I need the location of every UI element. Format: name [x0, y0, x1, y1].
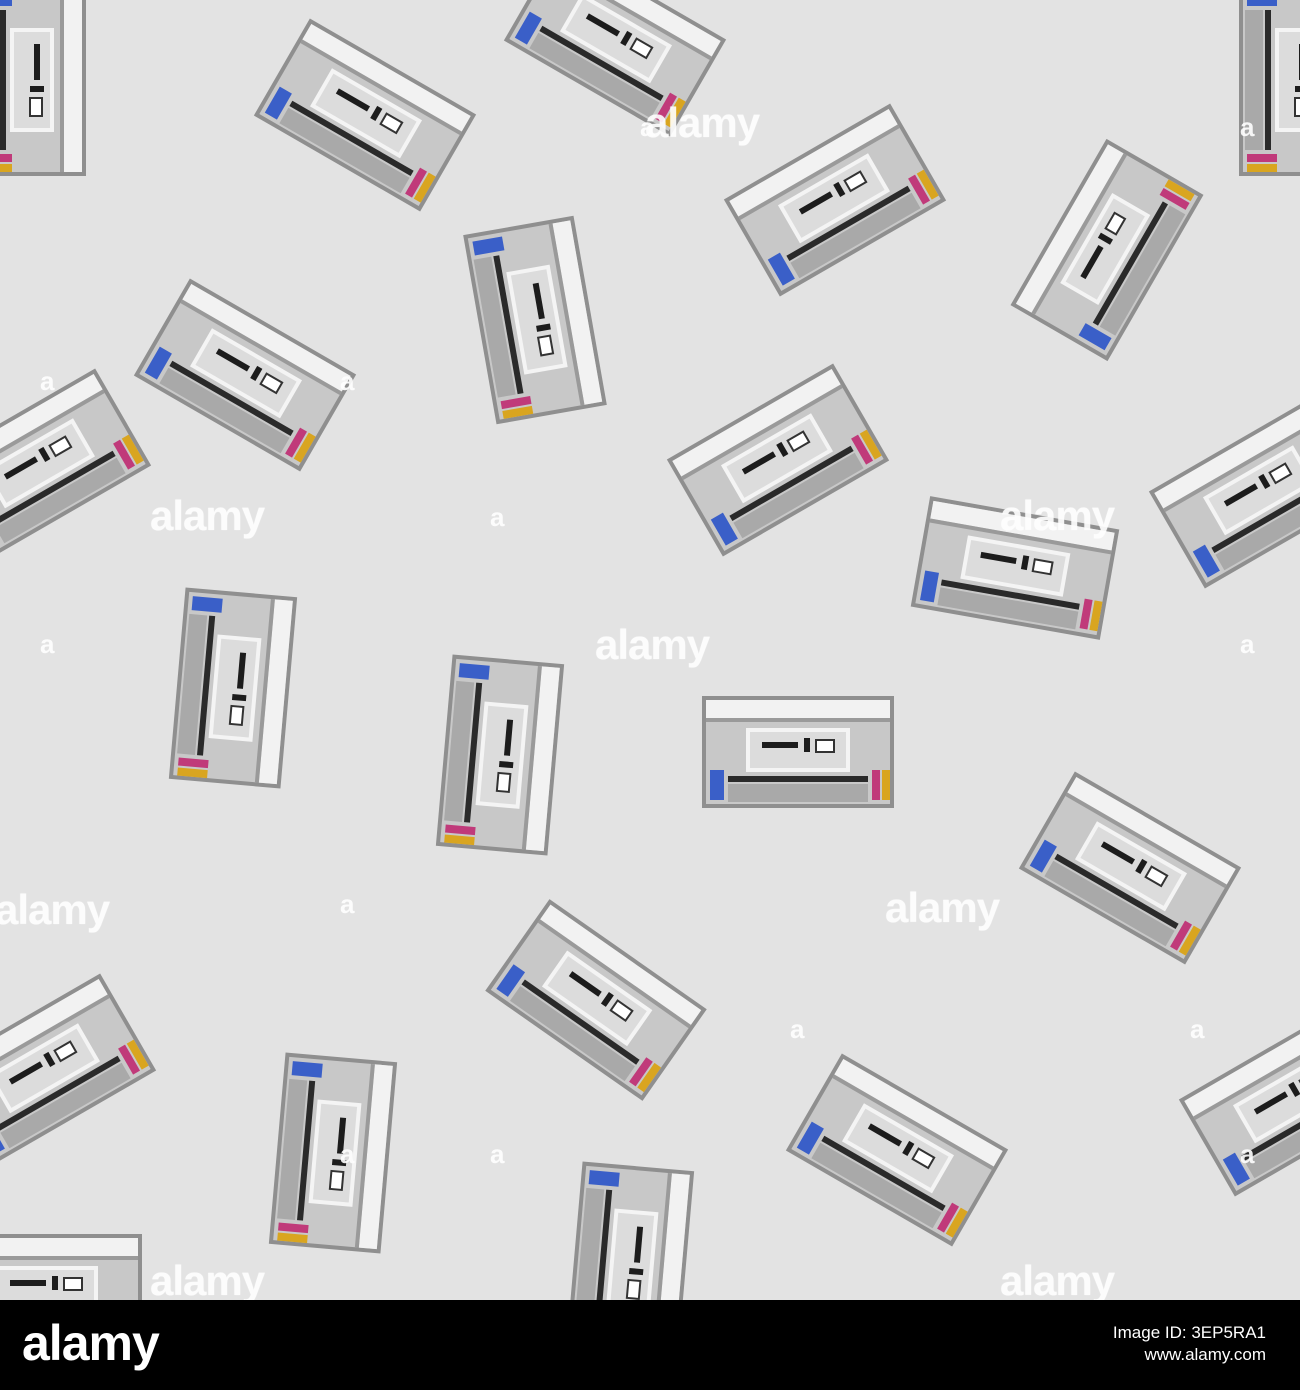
printer-icon	[265, 1048, 402, 1258]
watermark-mark: a	[40, 629, 55, 659]
watermark-mark: a	[490, 502, 505, 532]
printer-icon	[248, 13, 481, 217]
watermark-mark: a	[1240, 112, 1255, 142]
site-url-text: www.alamy.com	[1144, 1345, 1266, 1365]
watermark-text: alamy	[595, 621, 710, 668]
watermark-text: alamy	[150, 492, 265, 539]
printer-icon	[661, 358, 894, 562]
watermark-mark: a	[40, 366, 55, 396]
printer-icon	[780, 1048, 1013, 1252]
footer-logo: alamy	[22, 1315, 160, 1371]
watermark-mark: a	[340, 366, 355, 396]
watermark-mark: a	[1240, 629, 1255, 659]
watermark-text: alamy	[1000, 1257, 1115, 1300]
watermark-text: alamy	[150, 1257, 265, 1300]
watermark-mark: a	[1190, 1014, 1205, 1044]
printer-icon	[432, 650, 569, 860]
watermark-mark: a	[490, 1139, 505, 1169]
printer-icon	[698, 692, 898, 812]
printer-icon	[165, 583, 302, 793]
printer-icon	[1005, 133, 1209, 366]
printer-icon	[128, 273, 361, 477]
printer-icon	[1143, 390, 1300, 594]
watermark-text: alamy	[0, 886, 110, 933]
printer-icon	[459, 211, 612, 429]
footer-image-id: Image ID: 3EP5RA1 www.alamy.com	[1113, 1322, 1266, 1366]
watermark-mark: a	[340, 889, 355, 919]
watermark-mark: a	[1240, 1139, 1255, 1169]
image-id-text: Image ID: 3EP5RA1	[1112, 1323, 1266, 1342]
footer-bar: alamy Image ID: 3EP5RA1 www.alamy.com	[0, 1300, 1300, 1390]
watermark-text: alamy	[885, 884, 1000, 931]
printer-icon	[0, 1230, 146, 1300]
printer-icon	[0, 363, 157, 567]
printer-icon	[0, 968, 162, 1172]
printer-icon	[562, 1157, 699, 1300]
printer-icon	[0, 0, 90, 180]
watermark-mark: a	[790, 1014, 805, 1044]
printer-icon	[1235, 0, 1300, 180]
printer-icon	[1013, 766, 1246, 970]
watermark-mark: a	[340, 1139, 355, 1169]
printer-icon	[480, 893, 713, 1106]
watermark-text: alamy	[645, 99, 760, 146]
watermark-text: alamy	[1000, 492, 1115, 539]
seamless-printer-pattern: alamy alamy alamy alamy alamy alamy alamy alamy…	[0, 0, 1300, 1300]
watermark-mark: a	[640, 112, 655, 142]
